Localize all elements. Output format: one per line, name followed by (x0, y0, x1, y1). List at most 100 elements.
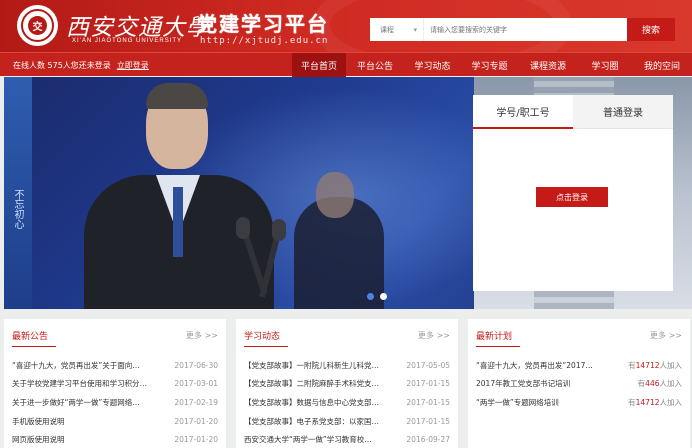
list-item[interactable]: 手机版使用说明 2017-01-20 (4, 412, 226, 431)
join-suffix: 人加入 (659, 360, 683, 370)
join-count: 有14712人加入 (628, 360, 682, 371)
join-prefix: 有 (628, 397, 636, 407)
item-title: 西安交通大学“两学一做”学习教育校… (244, 435, 372, 445)
panel-header: 最新计划 更多 >> (468, 319, 690, 349)
microphone-icon (272, 219, 286, 241)
item-title: 网页版使用说明 (12, 435, 65, 445)
item-title: “两学一做”专题网络培训 (476, 397, 559, 407)
plan-list: “喜迎十九大，党员再出发”2017… 有14712人加入 2017年教工党支部书记… (468, 356, 690, 412)
item-title: “喜迎十九大，党员再出发”2017… (476, 360, 593, 370)
list-item[interactable]: “喜迎十九大，党员再出发”2017… 有14712人加入 (468, 356, 690, 375)
microphone-icon (236, 217, 250, 239)
join-number: 446 (645, 379, 660, 389)
search-category-label: 课程 (380, 25, 394, 34)
banner-flag: 不忘初心 (4, 77, 32, 309)
list-item[interactable]: 西安交通大学“两学一做”学习教育校… 2016-09-27 (236, 430, 458, 448)
panel-header: 最新公告 更多 >> (4, 319, 226, 349)
join-count: 有446人加入 (638, 378, 682, 389)
item-date: 2017-01-15 (406, 397, 450, 407)
nav-bar: 在线人数 575人您还未登录 立即登录 平台首页 平台公告 学习动态 学习专题 … (0, 52, 692, 77)
item-date: 2016-09-27 (406, 435, 450, 445)
item-date: 2017-01-20 (174, 435, 218, 445)
more-link[interactable]: 更多 >> (186, 330, 218, 341)
login-tabs: 学号/职工号 普通登录 (473, 95, 673, 129)
platform-title: 党建学习平台 (197, 12, 329, 36)
search-input[interactable] (424, 18, 627, 41)
login-button[interactable]: 点击登录 (536, 187, 608, 207)
carousel-dots (367, 293, 387, 300)
news-panel: 学习动态 更多 >> 【党支部故事】一附院儿科新生儿科党… 2017-05-05 … (236, 319, 458, 448)
list-item[interactable]: 2017年教工党支部书记培训 有446人加入 (468, 375, 690, 394)
list-item[interactable]: 【党支部故事】电子系党支部：以家国… 2017-01-15 (236, 412, 458, 431)
item-title: 2017年教工党支部书记培训 (476, 379, 571, 389)
banner-flag-text: 不忘初心 (12, 189, 23, 229)
notices-panel: 最新公告 更多 >> “喜迎十九大，党员再出发”关于面向… 2017-06-30 … (4, 319, 226, 448)
item-title: 【党支部故事】数据与信息中心党支部… (244, 397, 379, 407)
plans-panel: 最新计划 更多 >> “喜迎十九大，党员再出发”2017… 有14712人加入 2… (468, 319, 690, 448)
list-item[interactable]: 关于进一步做好“两学一做”专题网络… 2017-02-19 (4, 393, 226, 412)
tab-normal-login[interactable]: 普通登录 (573, 95, 673, 128)
item-title: 关于进一步做好“两学一做”专题网络… (12, 397, 140, 407)
notice-list: “喜迎十九大，党员再出发”关于面向… 2017-06-30 关于学校党建学习平台使… (4, 356, 226, 448)
more-link[interactable]: 更多 >> (650, 330, 682, 341)
carousel-dot-2[interactable] (380, 293, 387, 300)
list-item[interactable]: 【党支部故事】数据与信息中心党支部… 2017-01-15 (236, 393, 458, 412)
join-count: 有14712人加入 (628, 397, 682, 408)
tab-account-login[interactable]: 学号/职工号 (473, 95, 573, 129)
item-date: 2017-06-30 (174, 360, 218, 370)
nav-item-news[interactable]: 学习动态 (404, 53, 461, 77)
nav-item-notices[interactable]: 平台公告 (346, 53, 404, 77)
item-title: “喜迎十九大，党员再出发”关于面向… (12, 360, 140, 370)
university-name-en: XI'AN JIAOTONG UNIVERSITY (72, 38, 183, 44)
panel-header: 学习动态 更多 >> (236, 319, 458, 349)
login-panel: 学号/职工号 普通登录 点击登录 (473, 95, 673, 291)
carousel-dot-1[interactable] (367, 293, 374, 300)
search-button[interactable]: 搜索 (627, 18, 675, 41)
nav-item-myspace[interactable]: 我的空间 (632, 53, 692, 77)
list-item[interactable]: 关于学校党建学习平台使用和学习积分… 2017-03-01 (4, 375, 226, 394)
item-date: 2017-01-15 (406, 379, 450, 389)
list-item[interactable]: 【党支部故事】一附院儿科新生儿科党… 2017-05-05 (236, 356, 458, 375)
item-title: 【党支部故事】二附院麻醉手术科党支… (244, 379, 379, 389)
item-date: 2017-01-15 (406, 416, 450, 426)
list-item[interactable]: 网页版使用说明 2017-01-20 (4, 430, 226, 448)
join-number: 14712 (635, 360, 660, 370)
item-title: 【党支部故事】一附院儿科新生儿科党… (244, 360, 379, 370)
online-status: 在线人数 575人您还未登录 立即登录 (13, 53, 149, 77)
item-date: 2017-01-20 (174, 416, 218, 426)
search-category-select[interactable]: 课程 ▾ (370, 18, 424, 41)
nav-item-home[interactable]: 平台首页 (292, 53, 346, 77)
site-header: 交 西安交通大學 XI'AN JIAOTONG UNIVERSITY 党建学习平… (0, 0, 692, 52)
speaker-figure (84, 83, 274, 309)
main-nav: 平台首页 平台公告 学习动态 学习专题 课程资源 学习圈 我的空间 (292, 53, 692, 77)
panel-title: 学习动态 (244, 329, 289, 347)
audience-head (316, 172, 354, 218)
nav-item-circle[interactable]: 学习圈 (578, 53, 632, 77)
nav-item-topics[interactable]: 学习专题 (461, 53, 518, 77)
item-date: 2017-03-01 (174, 379, 218, 389)
nav-item-courses[interactable]: 课程资源 (518, 53, 578, 77)
list-item[interactable]: 【党支部故事】二附院麻醉手术科党支… 2017-01-15 (236, 375, 458, 394)
join-suffix: 人加入 (659, 397, 683, 407)
more-link[interactable]: 更多 >> (418, 330, 450, 341)
news-list: 【党支部故事】一附院儿科新生儿科党… 2017-05-05 【党支部故事】二附院麻… (236, 356, 458, 448)
chevron-down-icon: ▾ (413, 25, 417, 34)
seal-ring: 交 (21, 9, 54, 42)
search-bar: 课程 ▾ 搜索 (370, 18, 675, 41)
join-suffix: 人加入 (659, 379, 683, 389)
speaker-tie (173, 187, 183, 257)
platform-url: http://xjtudj.edu.cn (200, 36, 329, 46)
item-title: 关于学校党建学习平台使用和学习积分… (12, 379, 147, 389)
university-name-cn: 西安交通大學 (66, 15, 210, 41)
item-title: 手机版使用说明 (12, 416, 65, 426)
list-item[interactable]: “两学一做”专题网络培训 有14712人加入 (468, 393, 690, 412)
item-title: 【党支部故事】电子系党支部：以家国… (244, 416, 379, 426)
speaker-hair (146, 83, 208, 109)
seal-core: 交 (28, 16, 47, 35)
join-number: 14712 (635, 397, 660, 407)
list-item[interactable]: “喜迎十九大，党员再出发”关于面向… 2017-06-30 (4, 356, 226, 375)
item-date: 2017-05-05 (406, 360, 450, 370)
panel-title: 最新公告 (12, 329, 57, 347)
university-seal-logo[interactable]: 交 (17, 5, 58, 46)
login-now-link[interactable]: 立即登录 (117, 60, 149, 71)
